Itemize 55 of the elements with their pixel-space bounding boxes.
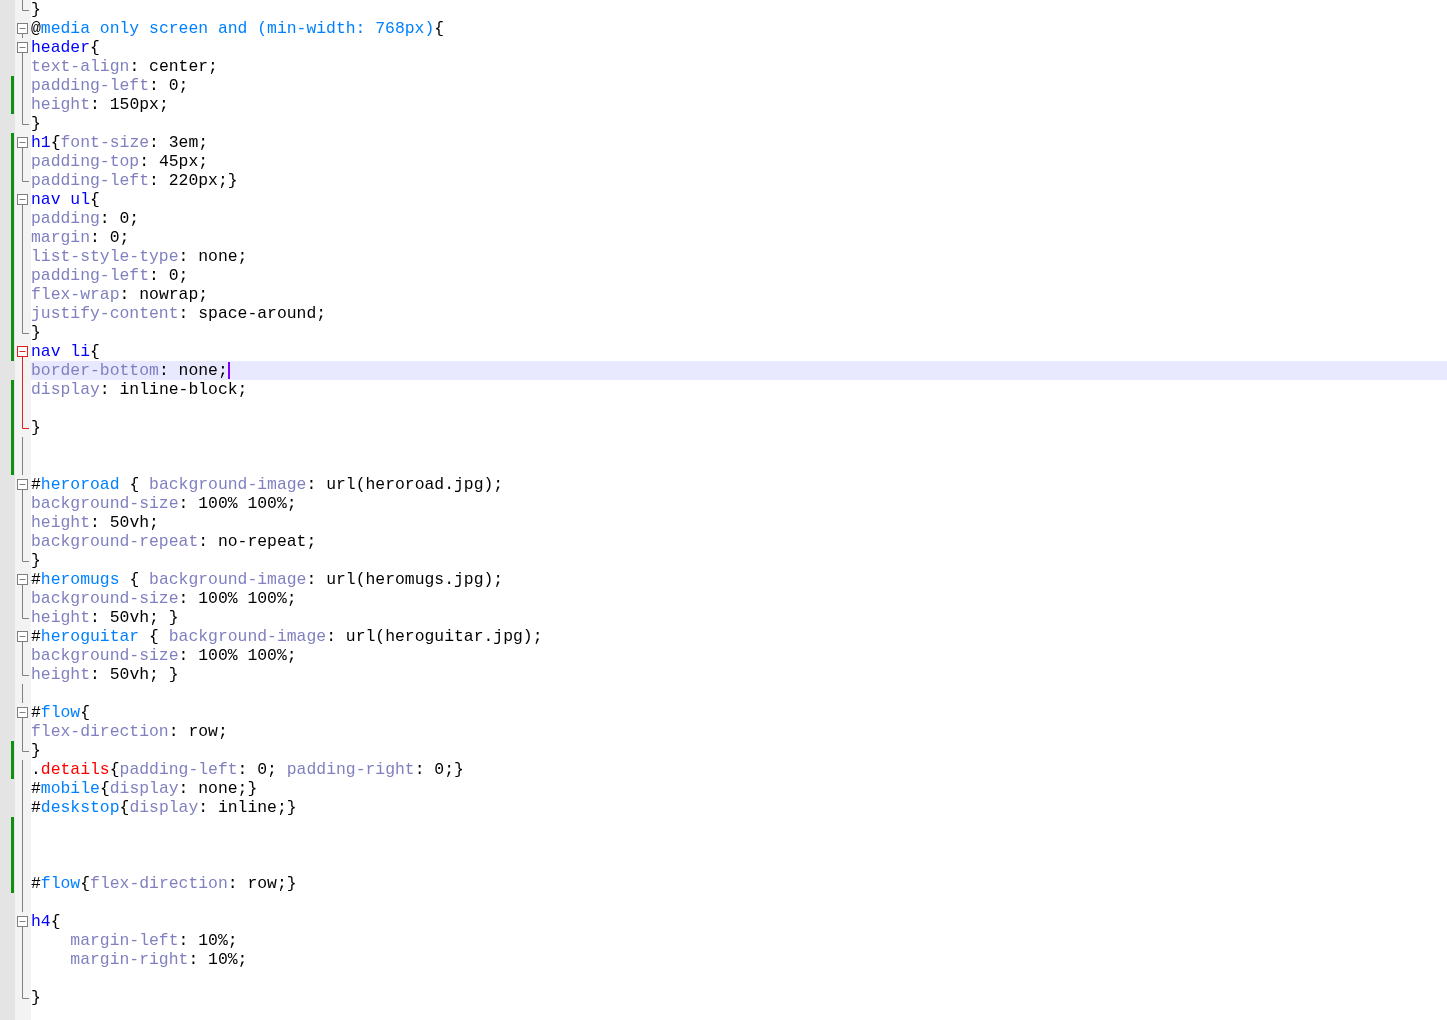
code-line: } bbox=[31, 418, 41, 437]
code-line: #heroroad { background-image: url(heroroad.jpg); bbox=[31, 475, 504, 494]
code-line: } bbox=[31, 323, 41, 342]
code-line: #heromugs { background-image: url(heromugs.jpg); bbox=[31, 570, 504, 589]
code-line: #deskstop{display: inline;} bbox=[31, 798, 297, 817]
code-line: height: 50vh; } bbox=[31, 665, 179, 684]
fold-minus-icon[interactable] bbox=[17, 42, 28, 57]
fold-minus-icon[interactable] bbox=[17, 479, 28, 494]
fold-minus-icon[interactable] bbox=[17, 137, 28, 152]
code-line: } bbox=[31, 741, 41, 760]
code-line: nav li{ bbox=[31, 342, 100, 361]
code-line: #heroguitar { background-image: url(heroguitar.jpg); bbox=[31, 627, 543, 646]
code-line: background-size: 100% 100%; bbox=[31, 494, 297, 513]
code-line: padding-left: 0; bbox=[31, 76, 189, 95]
code-line: } bbox=[31, 988, 41, 1007]
code-line: } bbox=[31, 114, 41, 133]
code-line: } bbox=[31, 0, 41, 19]
code-line: header{ bbox=[31, 38, 100, 57]
code-line: #mobile{display: none;} bbox=[31, 779, 258, 798]
code-line: nav ul{ bbox=[31, 190, 100, 209]
fold-minus-icon[interactable] bbox=[17, 707, 28, 722]
fold-minus-icon[interactable] bbox=[17, 574, 28, 589]
code-line: margin-right: 10%; bbox=[70, 950, 248, 969]
fold-minus-icon[interactable] bbox=[17, 23, 28, 38]
code-line: flex-direction: row; bbox=[31, 722, 228, 741]
code-line: height: 50vh; } bbox=[31, 608, 179, 627]
code-line: margin: 0; bbox=[31, 228, 130, 247]
code-line: display: inline-block; bbox=[31, 380, 248, 399]
code-line: .details{padding-left: 0; padding-right: 0;} bbox=[31, 760, 464, 779]
code-line: padding-top: 45px; bbox=[31, 152, 209, 171]
code-line: @media only screen and (min-width: 768px){ bbox=[31, 19, 445, 38]
fold-minus-icon[interactable] bbox=[17, 631, 28, 646]
fold-minus-icon[interactable] bbox=[17, 916, 28, 931]
code-line: background-size: 100% 100%; bbox=[31, 589, 297, 608]
code-line: } bbox=[31, 551, 41, 570]
code-line: flex-wrap: nowrap; bbox=[31, 285, 209, 304]
code-line: #flow{ bbox=[31, 703, 91, 722]
text-cursor bbox=[227, 362, 230, 379]
code-line: margin-left: 10%; bbox=[70, 931, 238, 950]
code-line: padding-left: 220px;} bbox=[31, 171, 238, 190]
code-line: h1{font-size: 3em; bbox=[31, 133, 209, 152]
code-line: #flow{flex-direction: row;} bbox=[31, 874, 297, 893]
code-line: justify-content: space-around; bbox=[31, 304, 327, 323]
code-line: height: 50vh; bbox=[31, 513, 159, 532]
code-line: list-style-type: none; bbox=[31, 247, 248, 266]
code-line: text-align: center; bbox=[31, 57, 218, 76]
code-line: h4{ bbox=[31, 912, 61, 931]
code-line: padding-left: 0; bbox=[31, 266, 189, 285]
code-line: padding: 0; bbox=[31, 209, 140, 228]
fold-minus-icon[interactable] bbox=[17, 346, 28, 361]
code-line: background-repeat: no-repeat; bbox=[31, 532, 317, 551]
code-line: height: 150px; bbox=[31, 95, 169, 114]
code-line: background-size: 100% 100%; bbox=[31, 646, 297, 665]
fold-minus-icon[interactable] bbox=[17, 194, 28, 209]
code-line: border-bottom: none; bbox=[31, 361, 228, 380]
